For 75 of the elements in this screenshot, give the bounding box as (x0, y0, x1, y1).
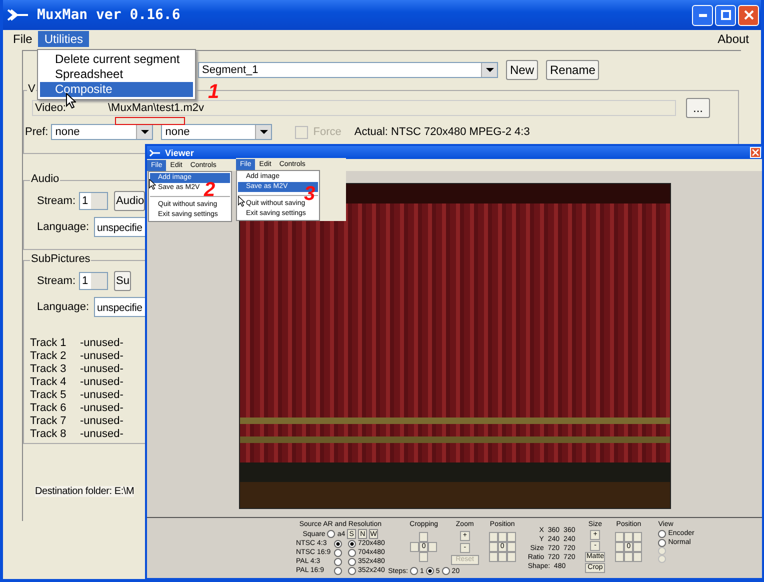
group-label: SubPictures (30, 253, 92, 265)
track-name: Track 4 (30, 376, 68, 389)
radio-button[interactable] (348, 548, 356, 556)
actual-format-text: Actual: NTSC 720x480 MPEG-2 4:3 (354, 126, 530, 138)
radio-button[interactable] (348, 540, 356, 548)
destination-folder-text: Destination folder: E:\M (35, 486, 134, 497)
close-button[interactable] (750, 147, 761, 158)
track-status: -unused- (80, 363, 124, 376)
radio-button[interactable] (348, 558, 356, 566)
track-name: Track 3 (30, 363, 68, 376)
minimize-icon (698, 14, 706, 16)
radio-button[interactable] (442, 567, 450, 575)
radio-button[interactable] (327, 530, 336, 538)
segment-dropdown[interactable]: Segment_1 (198, 62, 498, 78)
radio-button[interactable] (658, 538, 666, 546)
radio-button[interactable] (658, 530, 666, 538)
track-status: -unused- (80, 415, 124, 428)
browse-button[interactable]: ... (686, 98, 710, 118)
track-status: -unused- (80, 350, 124, 363)
stream-label: Stream: (37, 195, 77, 207)
track-name: Track 2 (30, 350, 68, 363)
stream-spinner[interactable]: 1 (79, 192, 108, 210)
track-name: Track 1 (30, 337, 68, 350)
stream-spinner[interactable]: 1 (79, 272, 108, 290)
new-button[interactable]: New (506, 60, 538, 80)
pref-label: Pref: (25, 126, 48, 138)
menu-item[interactable]: Composite (40, 82, 193, 97)
radio-button[interactable] (348, 566, 356, 574)
group-label: V (27, 83, 36, 95)
radio-button[interactable] (334, 566, 342, 574)
app-icon (7, 9, 29, 21)
force-label: Force (313, 126, 342, 138)
menu-item[interactable]: About (712, 31, 755, 47)
language-field[interactable]: unspecifie (94, 297, 145, 317)
track-status: -unused- (80, 402, 124, 415)
language-field[interactable]: unspecifie (94, 217, 145, 237)
track-status: -unused- (80, 389, 124, 402)
close-icon (744, 10, 754, 20)
track-name: Track 6 (30, 402, 68, 415)
menu-item[interactable]: Spreadsheet (40, 67, 193, 82)
pref-dropdown[interactable]: none (51, 124, 154, 140)
audio-button[interactable]: Audio (114, 191, 145, 211)
menu-item[interactable]: File (7, 31, 38, 47)
group-label: Audio (30, 173, 60, 185)
track-name: Track 8 (30, 428, 68, 441)
track-status: -unused- (80, 337, 124, 350)
track-status: -unused- (80, 428, 124, 441)
pref-dropdown[interactable]: none (161, 124, 272, 140)
radio-button[interactable] (334, 558, 342, 566)
window-title: MuxMan ver 0.16.6 (37, 7, 180, 23)
highlight-outline (115, 117, 185, 125)
track-status: -unused- (80, 376, 124, 389)
radio-button[interactable] (334, 548, 342, 556)
window-title: Viewer (165, 148, 194, 158)
rename-button[interactable]: Rename (546, 60, 600, 80)
close-icon (752, 149, 759, 156)
maximize-button[interactable] (715, 4, 736, 26)
menu-item[interactable]: Delete current segment (40, 52, 193, 67)
app-icon (149, 148, 161, 156)
minimize-button[interactable] (692, 4, 713, 26)
radio-button[interactable] (334, 540, 342, 548)
language-label: Language: (37, 301, 90, 313)
annotation-number: 2 (204, 180, 216, 200)
stream-label: Stream: (37, 275, 77, 287)
language-label: Language: (37, 221, 90, 233)
radio-button[interactable] (410, 567, 418, 575)
subpicture-button[interactable]: Su (114, 271, 131, 291)
menu-item[interactable]: Utilities (38, 31, 90, 47)
track-name: Track 5 (30, 389, 68, 402)
close-button[interactable] (738, 4, 759, 26)
radio-button[interactable] (426, 567, 434, 575)
maximize-icon (720, 10, 730, 20)
annotation-number: 1 (208, 82, 220, 102)
track-name: Track 7 (30, 415, 68, 428)
video-path-field: Video: \MuxMan\test1.m2v (32, 100, 676, 116)
